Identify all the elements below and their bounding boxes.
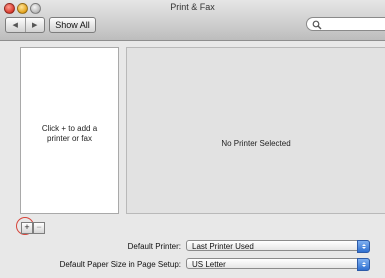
print-fax-window: Print & Fax ◀ ▶ Show All Click + to add … xyxy=(0,0,385,278)
back-arrow-icon[interactable]: ◀ xyxy=(6,18,25,32)
empty-message-line-2: printer or fax xyxy=(47,134,92,143)
printer-list-empty-message: Click + to add a printer or fax xyxy=(21,124,118,144)
forward-arrow-icon[interactable]: ▶ xyxy=(24,18,45,32)
search-input[interactable] xyxy=(306,17,385,31)
empty-message-line-1: Click + to add a xyxy=(41,124,98,133)
popup-arrows-icon xyxy=(357,240,370,253)
printer-list[interactable]: Click + to add a printer or fax xyxy=(20,47,119,214)
show-all-button[interactable]: Show All xyxy=(49,17,96,33)
paper-size-label: Default Paper Size in Page Setup: xyxy=(59,260,181,269)
search-icon xyxy=(312,20,322,30)
title-bar: Print & Fax ◀ ▶ Show All xyxy=(0,0,385,41)
navigation-buttons: ◀ ▶ xyxy=(5,17,45,33)
popup-arrows-icon xyxy=(357,258,370,271)
default-printer-value: Last Printer Used xyxy=(192,242,254,251)
no-printer-selected-message: No Printer Selected xyxy=(221,139,291,148)
paper-size-value: US Letter xyxy=(192,260,226,269)
remove-printer-button[interactable]: − xyxy=(33,222,45,234)
default-printer-label: Default Printer: xyxy=(127,242,181,251)
paper-size-popup[interactable]: US Letter xyxy=(186,258,370,271)
add-printer-button[interactable]: + xyxy=(21,222,33,234)
default-printer-popup[interactable]: Last Printer Used xyxy=(186,240,370,253)
window-title: Print & Fax xyxy=(170,2,215,12)
printer-detail-panel: No Printer Selected xyxy=(126,47,385,214)
